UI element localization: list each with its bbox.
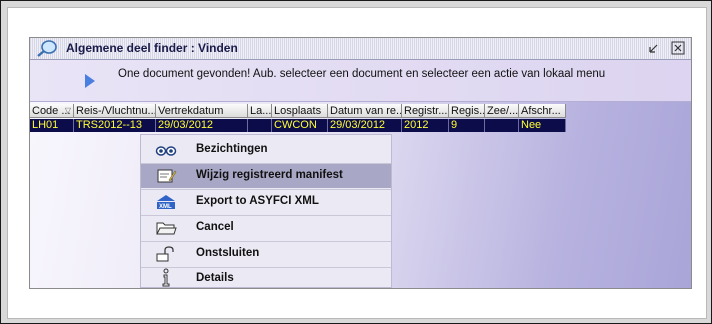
- xml-export-icon: XML: [157, 195, 175, 210]
- menu-item-export-xml[interactable]: XML Export to ASYFCI XML: [141, 190, 391, 214]
- cell-trip[interactable]: TRS2012--13: [74, 119, 156, 132]
- cell-departure-date[interactable]: 29/03/2012: [156, 119, 248, 132]
- title-bar[interactable]: Algemene deel finder : Vinden: [30, 38, 691, 60]
- menu-label: Cancel: [196, 221, 234, 233]
- info-icon: [162, 268, 170, 287]
- column-header-sea[interactable]: Zee/...: [485, 104, 519, 118]
- menu-label: Onstsluiten: [196, 247, 260, 259]
- menu-item-onstsluiten[interactable]: Onstsluiten: [141, 242, 391, 266]
- cell-code[interactable]: LH01: [30, 119, 74, 132]
- message-panel: One document gevonden! Aub. selecteer ee…: [30, 60, 691, 102]
- arrow-icon: [85, 74, 95, 88]
- column-header-date[interactable]: Datum van re...: [328, 104, 402, 118]
- menu-label: Export to ASYFCI XML: [196, 195, 319, 207]
- sort-icon: ▽: [64, 106, 71, 115]
- shrink-icon[interactable]: [647, 41, 661, 55]
- status-message: One document gevonden! Aub. selecteer ee…: [118, 68, 606, 80]
- menu-label: Details: [196, 272, 234, 284]
- column-header-closed[interactable]: Afschr...: [519, 104, 566, 118]
- column-header-code[interactable]: Code ... ▽: [30, 104, 74, 118]
- cell-regis[interactable]: 9: [449, 119, 485, 132]
- column-header-regis[interactable]: Regis...: [449, 104, 485, 118]
- column-header-departure-date[interactable]: Vertrekdatum: [156, 104, 248, 118]
- table-header: Code ... ▽ Reis-/Vluchtnu... Vertrekdatum…: [30, 104, 691, 119]
- cell-date[interactable]: 29/03/2012: [328, 119, 402, 132]
- menu-item-cancel[interactable]: Cancel: [141, 216, 391, 240]
- folder-icon: [156, 222, 177, 235]
- column-header-trip[interactable]: Reis-/Vluchtnu...: [74, 104, 156, 118]
- close-window-icon[interactable]: [671, 41, 685, 55]
- menu-item-details[interactable]: Details: [141, 264, 391, 288]
- cell-closed[interactable]: Nee: [519, 119, 566, 132]
- menu-label: Bezichtingen: [196, 143, 268, 155]
- column-header-discharge-place[interactable]: Losplaats: [272, 104, 328, 118]
- window-title: Algemene deel finder : Vinden: [66, 41, 238, 55]
- menu-item-edit-manifest[interactable]: Wijzig registreerd manifest: [141, 164, 391, 188]
- cell-la[interactable]: [248, 119, 272, 132]
- cell-discharge-place[interactable]: CWCON: [272, 119, 328, 132]
- menu-label: Wijzig registreerd manifest: [196, 169, 343, 181]
- context-menu: Bezichtingen Wijzig registreerd manifest…: [140, 134, 392, 288]
- eyes-icon: [155, 146, 177, 156]
- search-icon: [37, 40, 57, 57]
- svg-text:XML: XML: [159, 204, 172, 210]
- table-row[interactable]: LH01 TRS2012--13 29/03/2012 CWCON 29/03/…: [30, 119, 691, 132]
- menu-item-bezichtingen[interactable]: Bezichtingen: [141, 138, 391, 162]
- unlock-icon: [156, 246, 174, 262]
- edit-document-icon: [157, 169, 177, 183]
- column-header-registration[interactable]: Registr...: [402, 104, 449, 118]
- column-header-la[interactable]: La...: [248, 104, 272, 118]
- cell-registration[interactable]: 2012: [402, 119, 449, 132]
- cell-sea[interactable]: [485, 119, 519, 132]
- finder-window: Algemene deel finder : Vinden One docume…: [29, 37, 692, 289]
- results-grid: Code ... ▽ Reis-/Vluchtnu... Vertrekdatum…: [30, 102, 691, 288]
